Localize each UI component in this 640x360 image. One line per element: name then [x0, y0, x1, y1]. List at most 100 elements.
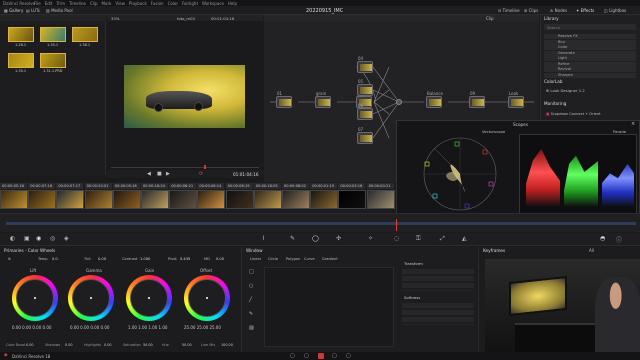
window-icon[interactable]: ◯ [312, 235, 319, 242]
window-tab[interactable]: Curve [304, 257, 315, 261]
param-value[interactable]: 0.00 [26, 343, 34, 347]
menu-item[interactable]: Timeline [69, 1, 86, 6]
gamma-values[interactable]: 0.00 0.00 0.00 0.00 [70, 325, 109, 330]
menu-item[interactable]: Clip [90, 1, 98, 6]
offset-wheel[interactable] [184, 275, 230, 321]
clip-thumbnail[interactable] [84, 190, 113, 209]
node-mixer[interactable] [396, 99, 402, 105]
md-value[interactable]: 0.00 [216, 257, 224, 261]
zoom-level[interactable]: 33% [111, 16, 119, 21]
clips-button[interactable]: ⊞ Clips [524, 8, 538, 13]
library-item[interactable]: Color [544, 45, 636, 50]
page-fairlight-icon[interactable]: ▢ [332, 353, 337, 359]
window-tab[interactable]: Gradient [322, 257, 338, 261]
gallery-still[interactable] [72, 27, 98, 42]
menu-item[interactable]: Help [228, 1, 237, 6]
qualifier-icon[interactable]: ✎ [290, 235, 295, 242]
page-color-icon[interactable] [318, 352, 324, 359]
node-04[interactable]: 04 [357, 56, 373, 73]
gallery-still[interactable] [40, 53, 66, 68]
clip-thumbnail[interactable] [0, 190, 28, 209]
library-item[interactable]: Sharpen [544, 72, 636, 78]
clip-thumbnail[interactable] [338, 190, 367, 209]
keyframes-filter[interactable]: All [589, 248, 594, 253]
loop-icon[interactable]: ⟳ [199, 171, 203, 177]
clip-thumbnail[interactable] [56, 190, 85, 209]
param-value[interactable]: 0.00 [104, 343, 112, 347]
menu-item[interactable]: Edit [45, 1, 53, 6]
gallery-still[interactable] [8, 27, 34, 42]
pen-window-icon[interactable]: ╱ [249, 297, 252, 303]
camera-raw-icon[interactable]: ◐ [10, 235, 15, 242]
tint-value[interactable]: 0.00 [98, 257, 106, 261]
effects-button[interactable]: ✦ Effects [576, 8, 594, 13]
menu-item[interactable]: Color [168, 1, 178, 6]
window-tab[interactable]: Circle [268, 257, 278, 261]
param-value[interactable]: 50.00 [182, 343, 192, 347]
gamma-wheel[interactable] [68, 275, 114, 321]
node-09[interactable]: 09 [469, 91, 485, 108]
gallery-still[interactable] [8, 53, 34, 68]
offset-values[interactable]: 25.00 25.00 25.00 [184, 325, 221, 330]
play-reverse-icon[interactable]: ◀ [147, 171, 151, 177]
rgb-mixer-icon[interactable]: ◈ [64, 235, 69, 242]
param-value[interactable]: 0.00 [65, 343, 73, 347]
clip-thumbnail[interactable] [310, 190, 339, 209]
library-item[interactable]: Generate [544, 50, 636, 56]
node-01[interactable]: 01 [276, 91, 292, 108]
play-icon[interactable]: ▶ [166, 171, 170, 177]
node-06[interactable]: 06 [357, 103, 373, 120]
info-icon[interactable]: ⓘ [616, 235, 622, 244]
timeline-ruler[interactable] [0, 213, 640, 232]
brush-window-icon[interactable]: ✎ [249, 311, 253, 317]
gain-wheel[interactable] [126, 275, 172, 321]
gallery-button[interactable]: ▦ Gallery [4, 8, 23, 13]
page-deliver-icon[interactable]: ▢ [346, 353, 351, 359]
library-search[interactable]: Search [544, 24, 636, 30]
window-tab[interactable]: Linear [250, 257, 261, 261]
menu-item[interactable]: Fairlight [182, 1, 198, 6]
clip-thumbnail[interactable] [197, 190, 226, 209]
menu-item[interactable]: Workspace [202, 1, 224, 6]
pivot-value[interactable]: 0.435 [180, 257, 190, 261]
curves-icon[interactable]: ⌇ [262, 235, 265, 242]
color-wheels-icon[interactable]: ◉ [36, 235, 41, 242]
clip-thumbnail[interactable] [112, 190, 141, 209]
menu-item[interactable]: Mark [102, 1, 112, 6]
clip-thumbnail[interactable] [253, 190, 282, 209]
clip-thumbnail[interactable] [225, 190, 254, 209]
square-window-icon[interactable]: □ [249, 269, 254, 275]
stop-icon[interactable]: ■ [157, 171, 162, 177]
scopes-toggle-icon[interactable]: ◓ [600, 235, 605, 242]
clip-thumbnail[interactable] [366, 190, 395, 209]
lift-wheel[interactable] [12, 275, 58, 321]
media-pool-button[interactable]: ▥ Media Pool [46, 8, 73, 13]
menu-item[interactable]: File [34, 1, 41, 6]
library-item[interactable]: Light [544, 56, 636, 61]
node-07[interactable]: 07 [357, 127, 373, 144]
viewer-scrubber[interactable] [111, 167, 259, 168]
sizing-icon[interactable]: ⤢ [440, 235, 445, 243]
menu-item[interactable]: Fusion [151, 1, 164, 6]
menu-item[interactable]: View [115, 1, 125, 6]
library-item[interactable]: Resolve FX [544, 34, 636, 39]
node-look[interactable]: Look [508, 91, 524, 108]
timeline-playhead[interactable] [396, 219, 397, 231]
blur-icon[interactable]: ◌ [394, 235, 399, 242]
window-tab[interactable]: Polygon [286, 257, 300, 261]
menu-item[interactable]: Trim [56, 1, 65, 6]
lightbox-button[interactable]: ◫ Lightbox [604, 8, 626, 13]
magic-mask-icon[interactable]: ✧ [368, 235, 373, 242]
circle-window-icon[interactable]: ○ [249, 283, 253, 289]
luts-button[interactable]: ▤ LUTs [26, 8, 40, 13]
clip-thumbnail[interactable] [28, 190, 57, 209]
param-value[interactable]: 50.00 [143, 343, 153, 347]
viewer-image[interactable] [124, 65, 245, 128]
clip-thumbnail[interactable] [141, 190, 169, 209]
3d-icon[interactable]: ◭ [462, 235, 467, 242]
hdr-icon[interactable]: ◎ [50, 235, 55, 242]
clip-thumbnail[interactable] [169, 190, 198, 209]
monitoring-item[interactable]: ■ Scopebox Connect + Orient [546, 112, 601, 116]
tracker-icon[interactable]: ✣ [336, 235, 341, 242]
playhead-marker[interactable] [204, 165, 206, 169]
